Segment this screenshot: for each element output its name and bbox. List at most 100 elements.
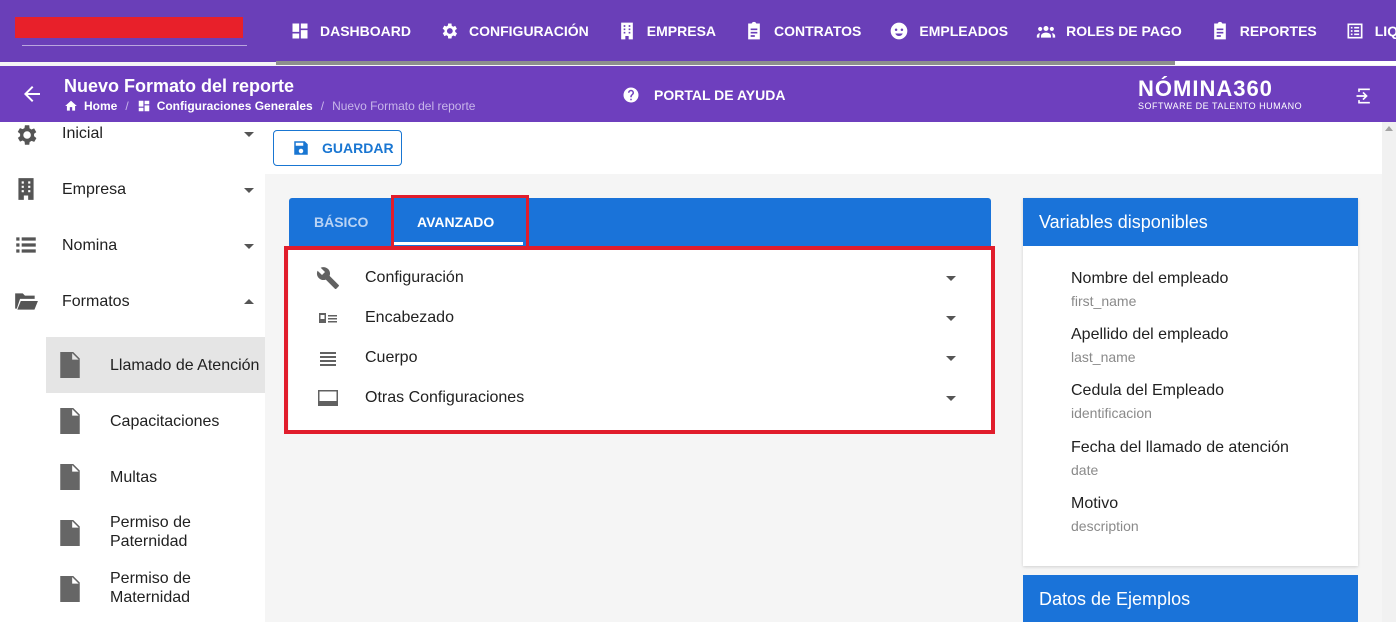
variable-item[interactable]: Apellido del empleado last_name: [1071, 326, 1228, 365]
dashboard-icon: [292, 23, 308, 39]
sidebar-item-empresa[interactable]: Empresa: [0, 170, 265, 210]
help-icon: [623, 87, 639, 103]
sidebar-subitem-capacitaciones[interactable]: Capacitaciones: [46, 393, 265, 449]
folder-open-icon: [13, 288, 39, 314]
sidebar-item-nomina[interactable]: Nomina: [0, 226, 265, 266]
brand-tagline: SOFTWARE DE TALENTO HUMANO: [1138, 101, 1303, 111]
breadcrumb: Home / Configuraciones Generales / Nuevo…: [64, 99, 475, 113]
top-navbar: DASHBOARD CONFIGURACIÓN EMPRESA CONTRATO…: [0, 0, 1396, 65]
logout-button[interactable]: [1354, 86, 1374, 106]
gear-icon: [13, 122, 39, 148]
sidebar-subitem-label: Llamado de Atención: [110, 357, 260, 374]
gear-icon: [442, 23, 457, 39]
main-nav: DASHBOARD CONFIGURACIÓN EMPRESA CONTRATO…: [276, 0, 1396, 62]
variables-title: Variables disponibles: [1023, 198, 1358, 246]
nav-configuracion-label: CONFIGURACIÓN: [469, 23, 589, 39]
nav-roles-de-pago[interactable]: ROLES DE PAGO: [1022, 0, 1196, 62]
back-button[interactable]: [20, 82, 44, 106]
variable-item[interactable]: Nombre del empleado first_name: [1071, 270, 1228, 309]
brand-name: NÓMINA360: [1138, 76, 1273, 101]
floppy-disk-icon: [294, 141, 308, 155]
nav-roles-de-pago-label: ROLES DE PAGO: [1066, 23, 1182, 39]
sidebar-subitem-multas[interactable]: Multas: [46, 449, 265, 505]
pdf-file-icon: [58, 352, 82, 378]
variables-card: Variables disponibles Nombre del emplead…: [1023, 198, 1358, 566]
variable-name: Motivo: [1071, 495, 1119, 512]
pdf-file-icon: [58, 408, 82, 434]
sidebar-item-label: Nomina: [62, 237, 118, 254]
examples-card-title: Datos de Ejemplos: [1023, 575, 1358, 622]
home-icon: [65, 100, 77, 111]
sidebar-item-formatos[interactable]: Formatos: [0, 282, 265, 322]
variable-name: Nombre del empleado: [1071, 270, 1229, 287]
variable-key: date: [1071, 462, 1099, 478]
nav-empleados-label: EMPLEADOS: [919, 23, 1009, 39]
nav-reportes-label: REPORTES: [1239, 23, 1317, 39]
clipboard-icon: [748, 21, 760, 40]
breadcrumb-separator: /: [320, 99, 325, 113]
variable-key: last_name: [1071, 349, 1136, 365]
page-scrollbar[interactable]: [1382, 122, 1396, 622]
save-button-label: GUARDAR: [322, 140, 394, 156]
highlight-box-panels: [284, 246, 995, 434]
tab-basico[interactable]: BÁSICO: [314, 198, 368, 246]
nav-liquidaciones[interactable]: LIQU: [1331, 0, 1396, 62]
sidebar-subitem-llamado-de-atencion[interactable]: Llamado de Atención: [46, 337, 265, 393]
variable-key: description: [1071, 518, 1139, 534]
breadcrumb-home[interactable]: Home: [84, 99, 117, 113]
variable-name: Fecha del llamado de atención: [1071, 439, 1289, 456]
breadcrumb-current: Nuevo Formato del reporte: [332, 99, 476, 113]
variable-item[interactable]: Cedula del Empleado identificacion: [1071, 382, 1224, 421]
sidebar-item-label: Inicial: [62, 125, 103, 142]
nav-reportes[interactable]: REPORTES: [1196, 0, 1331, 62]
variable-item[interactable]: Motivo description: [1071, 495, 1139, 534]
sidebar-item-label: Empresa: [62, 181, 127, 198]
sidebar-subitem-label: Permiso de Paternidad: [110, 514, 191, 550]
sidebar-item-inicial[interactable]: Inicial: [0, 122, 265, 154]
list-icon: [1347, 23, 1363, 39]
sidebar-subitem-permiso-de-paternidad[interactable]: Permiso de Paternidad: [46, 505, 265, 561]
pdf-file-icon: [58, 576, 82, 602]
help-portal-link[interactable]: PORTAL DE AYUDA: [622, 86, 785, 104]
save-button[interactable]: GUARDAR: [273, 130, 402, 166]
sidebar: Inicial Empresa Nomina Formatos Llamado …: [0, 122, 265, 622]
nav-liquidaciones-label: LIQU: [1374, 23, 1396, 39]
nav-empresa[interactable]: EMPRESA: [603, 0, 730, 62]
sidebar-item-label: Formatos: [62, 293, 130, 310]
chevron-down-icon: [244, 244, 254, 249]
logout-icon: [1356, 88, 1370, 104]
scroll-up-arrow-icon[interactable]: [1385, 126, 1393, 131]
variable-key: identificacion: [1071, 405, 1152, 421]
nav-configuracion[interactable]: CONFIGURACIÓN: [425, 0, 603, 62]
breadcrumb-section[interactable]: Configuraciones Generales: [157, 99, 313, 113]
variable-item[interactable]: Fecha del llamado de atención date: [1071, 439, 1289, 478]
chevron-down-icon: [244, 132, 254, 137]
nav-contratos[interactable]: CONTRATOS: [730, 0, 875, 62]
help-portal-label: PORTAL DE AYUDA: [654, 87, 786, 103]
building-icon: [620, 22, 633, 40]
brand-logo: NÓMINA360 SOFTWARE DE TALENTO HUMANO: [1138, 76, 1303, 112]
sidebar-subitem-permiso-de-maternidad[interactable]: Permiso de Maternidad: [46, 561, 265, 617]
page-header: Nuevo Formato del reporte Home / Configu…: [0, 66, 1396, 122]
variable-name: Apellido del empleado: [1071, 326, 1229, 343]
dashboard-icon: [138, 100, 149, 112]
nav-contratos-label: CONTRATOS: [774, 23, 862, 39]
sidebar-subitem-label: Permiso de Maternidad: [110, 570, 191, 606]
pdf-file-icon: [58, 520, 82, 546]
nav-dashboard-label: DASHBOARD: [320, 23, 411, 39]
nav-empleados[interactable]: EMPLEADOS: [875, 0, 1022, 62]
variable-key: first_name: [1071, 293, 1137, 309]
face-icon: [891, 22, 908, 40]
page-title: Nuevo Formato del reporte: [64, 76, 295, 96]
logo-divider: [22, 45, 247, 46]
company-logo[interactable]: [15, 17, 243, 38]
chevron-up-icon: [244, 299, 254, 304]
building-icon: [13, 176, 39, 202]
pdf-file-icon: [58, 464, 82, 490]
list-icon: [13, 232, 39, 258]
nav-dashboard[interactable]: DASHBOARD: [276, 0, 425, 62]
highlight-box-tab: [391, 195, 529, 251]
nav-active-indicator: [1175, 61, 1396, 65]
chevron-down-icon: [244, 188, 254, 193]
arrow-left-icon: [24, 86, 40, 102]
